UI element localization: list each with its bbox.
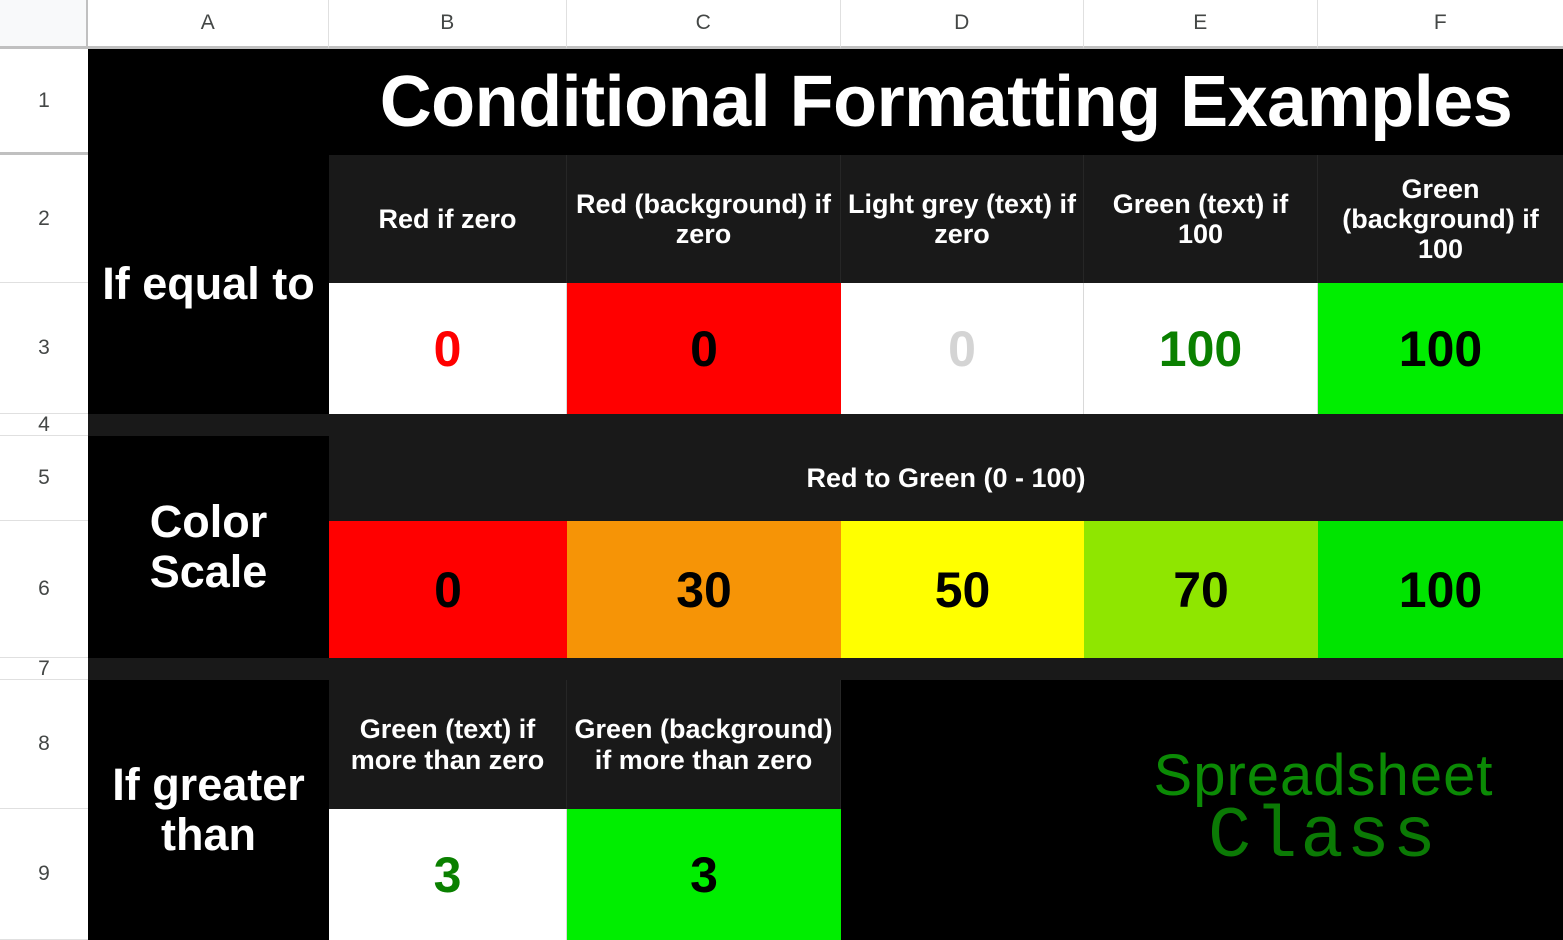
cell-b3-value[interactable]: 0 [329, 283, 567, 414]
sheet-row-4-spacer [88, 414, 1563, 436]
cell-e2-header[interactable]: Green (text) if 100 [1084, 155, 1318, 283]
cell-f3-value[interactable]: 100 [1318, 283, 1563, 414]
column-header-d[interactable]: D [841, 0, 1084, 49]
watermark-line-2: Class [1207, 796, 1440, 879]
column-header-strip: A B C D E F [0, 0, 1563, 49]
row-header-3[interactable]: 3 [0, 283, 88, 414]
cell-e6-value[interactable]: 70 [1084, 521, 1318, 658]
sheet-row-5: Color Scale Red to Green (0 - 100) [88, 436, 1563, 658]
spreadsheet-canvas: A B C D E F 1 2 3 4 5 6 7 8 9 Conditiona… [0, 0, 1563, 940]
cell-a1[interactable] [88, 49, 329, 155]
cell-e3-value[interactable]: 100 [1084, 283, 1318, 414]
row-header-6[interactable]: 6 [0, 521, 88, 658]
cell-c2-header[interactable]: Red (background) if zero [567, 155, 841, 283]
cell-c6-value[interactable]: 30 [567, 521, 841, 658]
row-header-4[interactable]: 4 [0, 414, 88, 436]
cell-b4-f4[interactable] [329, 414, 1563, 436]
row-header-5[interactable]: 5 [0, 436, 88, 521]
sheet-row-1: Conditional Formatting Examples [88, 49, 1563, 155]
watermark-logo: Spreadsheet Class [1084, 680, 1563, 940]
cell-d6-value[interactable]: 50 [841, 521, 1084, 658]
row-header-8[interactable]: 8 [0, 680, 88, 809]
cell-c3-value[interactable]: 0 [567, 283, 841, 414]
cell-a5-section-label[interactable]: Color Scale [88, 436, 329, 658]
row-header-gutter: 1 2 3 4 5 6 7 8 9 [0, 49, 88, 940]
cell-b5-colorscale-header[interactable]: Red to Green (0 - 100) [329, 436, 1563, 521]
column-header-c[interactable]: C [567, 0, 841, 49]
watermark-line-1: Spreadsheet [1153, 743, 1494, 809]
cell-a4[interactable] [88, 414, 329, 436]
cell-b1-title[interactable]: Conditional Formatting Examples [329, 49, 1563, 155]
select-all-corner[interactable] [0, 0, 88, 49]
column-header-a[interactable]: A [88, 0, 329, 49]
cell-b8-header[interactable]: Green (text) if more than zero [329, 680, 567, 809]
sheet-row-7-spacer [88, 658, 1563, 680]
row-header-2[interactable]: 2 [0, 155, 88, 283]
cell-f2-header[interactable]: Green (background) if 100 [1318, 155, 1563, 283]
cell-a2-section-label[interactable]: If equal to [88, 155, 329, 414]
cell-b2-header[interactable]: Red if zero [329, 155, 567, 283]
cell-c8-header[interactable]: Green (background) if more than zero [567, 680, 841, 809]
row-header-1[interactable]: 1 [0, 49, 88, 155]
cell-a7[interactable] [88, 658, 329, 680]
cell-f6-value[interactable]: 100 [1318, 521, 1563, 658]
cell-d3-value[interactable]: 0 [841, 283, 1084, 414]
sheet-row-8: If greater than Green (text) if more tha… [88, 680, 1563, 940]
cell-d2-header[interactable]: Light grey (text) if zero [841, 155, 1084, 283]
cell-d9[interactable] [841, 809, 1084, 940]
cell-b7-f7[interactable] [329, 658, 1563, 680]
cell-c9-value[interactable]: 3 [567, 809, 841, 940]
row-header-7[interactable]: 7 [0, 658, 88, 680]
column-header-b[interactable]: B [329, 0, 567, 49]
sheet-row-2: If equal to Red if zero Red (background)… [88, 155, 1563, 414]
column-header-e[interactable]: E [1084, 0, 1318, 49]
column-header-f[interactable]: F [1318, 0, 1563, 49]
cell-d8[interactable] [841, 680, 1084, 809]
sheet-grid: Conditional Formatting Examples If equal… [88, 49, 1563, 940]
row-header-9[interactable]: 9 [0, 809, 88, 940]
cell-a8-section-label[interactable]: If greater than [88, 680, 329, 940]
cell-b9-value[interactable]: 3 [329, 809, 567, 940]
cell-b6-value[interactable]: 0 [329, 521, 567, 658]
